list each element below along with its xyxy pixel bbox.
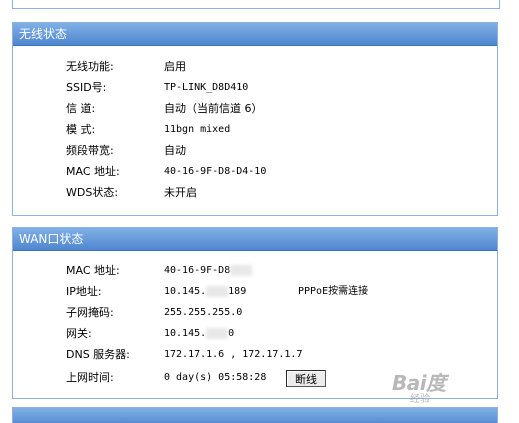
dns-value: 172.17.1.6 , 172.17.1.7 <box>164 349 303 360</box>
wireless-mac-value: 40-16-9F-D8-D4-10 <box>164 166 267 177</box>
wan-mac-label: MAC 地址: <box>66 264 120 277</box>
channel-value: 自动（当前信道 6） <box>164 102 263 115</box>
disconnect-button[interactable]: 断线 <box>286 370 326 387</box>
wireless-mac-label: MAC 地址: <box>66 165 120 178</box>
baidu-watermark: Bai度 经验 <box>392 372 510 408</box>
bandwidth-value: 自动 <box>164 144 186 157</box>
bandwidth-label: 频段带宽: <box>66 144 114 157</box>
gateway-label: 网关: <box>66 327 92 340</box>
wireless-function-label: 无线功能: <box>66 60 114 73</box>
mode-label: 模 式: <box>66 123 96 136</box>
wan-mac-value: 40-16-9F-D8 <box>164 265 231 276</box>
uptime-value: 0 day(s) 05:58:28 <box>164 372 267 383</box>
baidu-watermark-sub: 经验 <box>410 394 430 405</box>
baidu-watermark-logo: Bai度 <box>392 371 446 395</box>
previous-panel-edge <box>12 0 500 9</box>
ssid-label: SSID号: <box>66 81 107 94</box>
ip-value-prefix: 10.145. <box>164 286 207 297</box>
gateway-value-prefix: 10.145. <box>164 328 207 339</box>
ip-label: IP地址: <box>66 285 102 298</box>
connection-type: PPPoE按需连接 <box>298 286 369 297</box>
channel-label: 信 道: <box>66 102 96 115</box>
router-status-page: 无线状态 无线功能: 启用 SSID号: TP-LINK_D8D410 信 道:… <box>0 0 519 423</box>
ssid-value: TP-LINK_D8D410 <box>164 82 249 93</box>
redacted-gateway-blur <box>206 327 229 339</box>
gateway-value-suffix: 0 <box>228 328 235 339</box>
wireless-function-value: 启用 <box>164 60 186 73</box>
wireless-status-title: 无线状态 <box>13 23 497 46</box>
gateway-value-wrap: 10.145. 0 <box>164 324 234 344</box>
dns-label: DNS 服务器: <box>66 348 130 361</box>
uptime-label: 上网时间: <box>66 371 114 384</box>
ip-value-wrap: 10.145. 189 <box>164 282 246 302</box>
next-panel-header <box>12 407 498 423</box>
mode-value: 11bgn mixed <box>164 124 231 135</box>
subnet-label: 子网掩码: <box>66 306 114 319</box>
redacted-ip-blur <box>206 285 229 297</box>
redacted-mac-blur <box>230 264 253 276</box>
wds-label: WDS状态: <box>66 186 119 199</box>
wan-mac-value-wrap: 40-16-9F-D8 <box>164 261 253 281</box>
ip-value-suffix: 189 <box>228 286 247 297</box>
wds-value: 未开启 <box>164 186 197 199</box>
wan-status-title: WAN口状态 <box>13 228 497 251</box>
subnet-value: 255.255.255.0 <box>164 307 243 318</box>
